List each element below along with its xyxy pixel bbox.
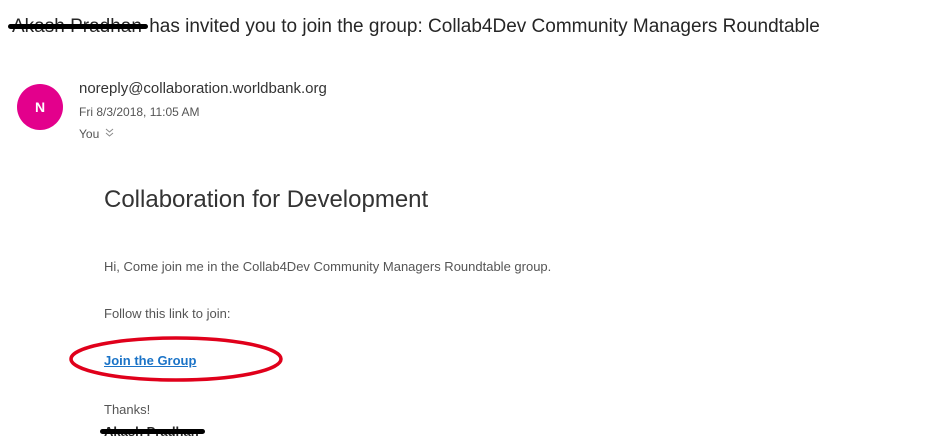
greeting-text: Hi, Come join me in the Collab4Dev Commu… [104, 259, 552, 274]
chevron-double-down-icon[interactable] [105, 128, 114, 140]
follow-link-text: Follow this link to join: [104, 306, 231, 321]
subject-text: has invited you to join the group: Colla… [149, 16, 820, 37]
email-subject: Akash Pradhan has invited you to join th… [8, 16, 820, 38]
join-group-link[interactable]: Join the Group [104, 353, 196, 368]
redacted-signature-name: Akash Pradhan [100, 424, 205, 439]
sender-avatar[interactable]: N [17, 84, 63, 130]
signature: Akash Pradhan [100, 424, 205, 439]
sender-email[interactable]: noreply@collaboration.worldbank.org [79, 80, 327, 97]
sent-date: Fri 8/3/2018, 11:05 AM [79, 105, 200, 119]
recipient-you: You [79, 127, 100, 141]
redacted-sender-name: Akash Pradhan [8, 16, 148, 37]
email-reading-pane: Akash Pradhan has invited you to join th… [0, 0, 929, 440]
body-title: Collaboration for Development [104, 186, 429, 213]
thanks-text: Thanks! [104, 402, 151, 417]
recipient-line: You [79, 127, 114, 141]
